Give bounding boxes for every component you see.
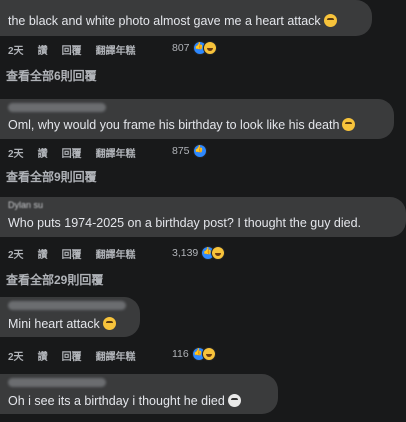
haha-reaction-icon <box>211 246 226 260</box>
comment-text: Oml, why would you frame his birthday to… <box>8 118 356 132</box>
commenter-name-blurred[interactable] <box>8 301 126 310</box>
comment-bubble: Mini heart attack <box>0 297 140 337</box>
comment-time[interactable]: 2天 <box>8 42 24 57</box>
translate-button[interactable]: 翻譯年糕 <box>96 42 136 57</box>
like-button[interactable]: 讚 <box>38 145 48 160</box>
comment-time[interactable]: 2天 <box>8 246 24 261</box>
reaction-summary[interactable]: 3,139 <box>172 246 226 260</box>
reaction-count: 116 <box>172 348 189 360</box>
skull-emoji <box>227 394 241 407</box>
comment-bubble: the black and white photo almost gave me… <box>0 0 372 36</box>
haha-reaction-icon <box>201 347 216 361</box>
like-button[interactable]: 讚 <box>38 348 48 363</box>
reply-button[interactable]: 回覆 <box>62 348 82 363</box>
view-all-replies-link[interactable]: 查看全部9則回覆 <box>6 168 97 185</box>
like-reaction-icon <box>192 144 207 158</box>
reply-button[interactable]: 回覆 <box>62 246 82 261</box>
comment-bubble: Oml, why would you frame his birthday to… <box>0 99 394 139</box>
reaction-count: 807 <box>172 42 190 54</box>
reply-button[interactable]: 回覆 <box>62 145 82 160</box>
reply-button[interactable]: 回覆 <box>62 42 82 57</box>
like-button[interactable]: 讚 <box>38 246 48 261</box>
comment-text: the black and white photo almost gave me… <box>8 14 337 28</box>
translate-button[interactable]: 翻譯年糕 <box>96 145 136 160</box>
commenter-name-blurred[interactable] <box>8 378 106 387</box>
reaction-summary[interactable]: 807 <box>172 41 217 55</box>
reaction-count: 3,139 <box>172 247 199 259</box>
translate-button[interactable]: 翻譯年糕 <box>96 348 136 363</box>
reaction-summary[interactable]: 875 <box>172 144 207 158</box>
reaction-count: 875 <box>172 145 190 157</box>
comment-text: Who puts 1974-2025 on a birthday post? I… <box>8 216 362 230</box>
comment-text: Oh i see its a birthday i thought he die… <box>8 394 241 408</box>
comment-bubble: Dylan su Who puts 1974-2025 on a birthda… <box>0 197 406 237</box>
view-all-replies-link[interactable]: 查看全部29則回覆 <box>6 271 103 288</box>
commenter-name-blurred[interactable] <box>8 103 106 112</box>
view-all-replies-link[interactable]: 查看全部6則回覆 <box>6 67 97 84</box>
reaction-summary[interactable]: 116 <box>172 347 216 361</box>
like-button[interactable]: 讚 <box>38 42 48 57</box>
comment-bubble: Oh i see its a birthday i thought he die… <box>0 374 278 414</box>
comment-time[interactable]: 2天 <box>8 145 24 160</box>
face-anxious-sweat-emoji <box>342 118 356 131</box>
grimacing-face-emoji <box>102 317 116 330</box>
haha-reaction-icon <box>202 41 217 55</box>
commenter-name[interactable]: Dylan su <box>8 200 43 210</box>
comment-time[interactable]: 2天 <box>8 348 24 363</box>
comment-text: Mini heart attack <box>8 317 116 331</box>
translate-button[interactable]: 翻譯年糕 <box>96 246 136 261</box>
face-anxious-sweat-emoji <box>323 14 337 27</box>
